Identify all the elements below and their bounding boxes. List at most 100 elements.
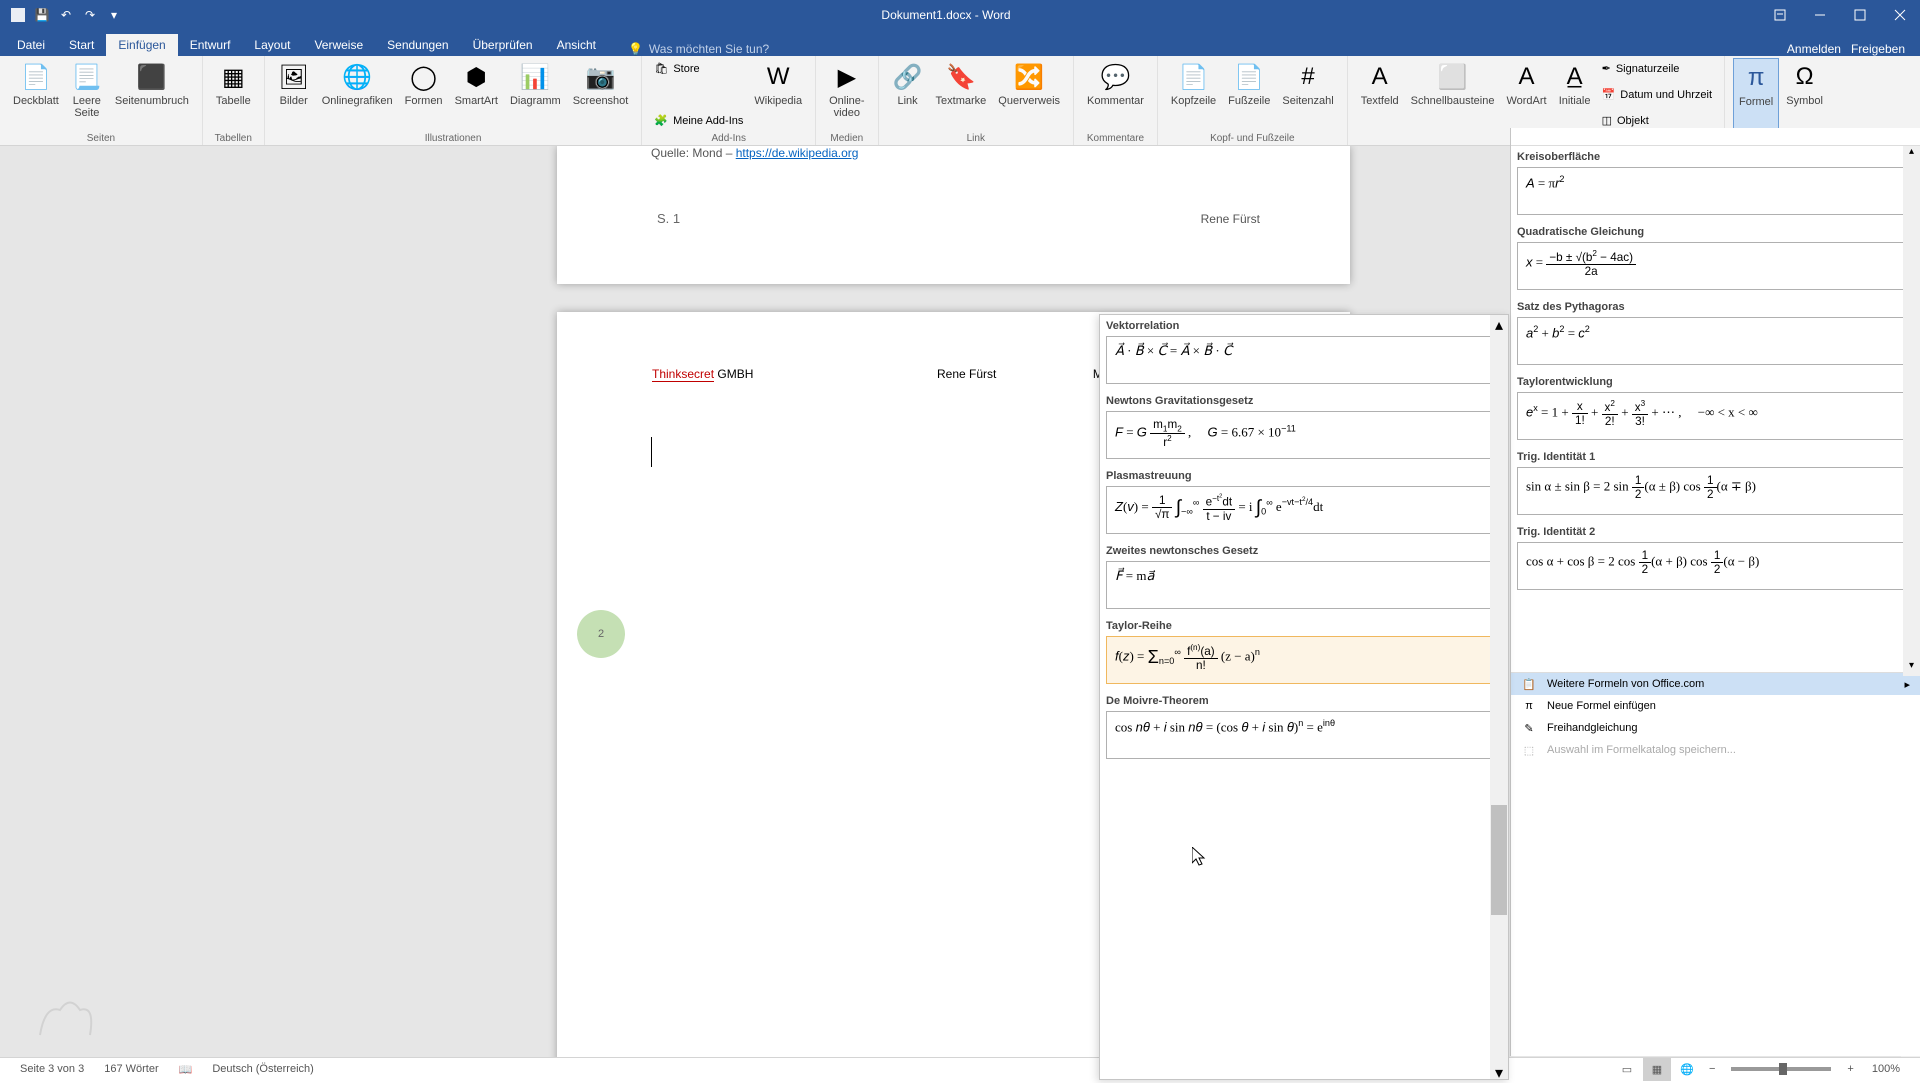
screenshot-button[interactable]: 📷Screenshot bbox=[568, 58, 634, 131]
formula-item[interactable]: Trig. Identität 2cos α + cos β = 2 cos 1… bbox=[1511, 521, 1920, 596]
my-addins-button[interactable]: 🧩Meine Add-Ins bbox=[650, 112, 747, 129]
formula-item[interactable]: Taylor-Reihef(z) = Σn=0∞ f(n)(a)n! (z − … bbox=[1100, 615, 1508, 690]
symbol-button[interactable]: ΩSymbol bbox=[1781, 58, 1828, 131]
formula-item[interactable]: Satz des Pythagorasa2 + b2 = c2 bbox=[1511, 296, 1920, 371]
formula-item[interactable]: De Moivre-Theoremcos nθ + i sin nθ = (co… bbox=[1100, 690, 1508, 765]
tab-references[interactable]: Verweise bbox=[302, 34, 375, 56]
blank-page-button[interactable]: 📃Leere Seite bbox=[66, 58, 108, 131]
tab-layout[interactable]: Layout bbox=[242, 34, 302, 56]
formula-item[interactable]: Trig. Identität 1sin α ± sin β = 2 sin 1… bbox=[1511, 446, 1920, 521]
formula-item[interactable]: Quadratische Gleichungx = −b ± √(b2 − 4a… bbox=[1511, 221, 1920, 296]
formula-item[interactable]: Zweites newtonsches GesetzF⃗ = ma⃗ bbox=[1100, 540, 1508, 615]
tab-home[interactable]: Start bbox=[57, 34, 106, 56]
tab-file[interactable]: Datei bbox=[5, 34, 57, 56]
formula-preview: x = −b ± √(b2 − 4ac)2a bbox=[1517, 242, 1914, 290]
comment-marker[interactable]: 2 bbox=[577, 610, 625, 658]
zoom-in-icon[interactable]: + bbox=[1841, 1063, 1859, 1075]
window-controls bbox=[1760, 0, 1920, 30]
status-language[interactable]: Deutsch (Österreich) bbox=[202, 1063, 323, 1075]
more-office-formulas[interactable]: 📋 Weitere Formeln von Office.com ▸ bbox=[1511, 673, 1920, 695]
new-equation[interactable]: π Neue Formel einfügen bbox=[1511, 695, 1920, 717]
textbox-button[interactable]: ATextfeld bbox=[1356, 58, 1404, 131]
zoom-thumb[interactable] bbox=[1779, 1063, 1787, 1075]
scroll-down-icon[interactable]: ▾ bbox=[1490, 1063, 1508, 1079]
status-page[interactable]: Seite 3 von 3 bbox=[10, 1063, 94, 1075]
footer-button[interactable]: 📄Fußzeile bbox=[1223, 58, 1275, 131]
titlebar: 💾 ↶ ↷ ▾ Dokument1.docx - Word bbox=[0, 0, 1920, 30]
scroll-up-icon[interactable]: ▴ bbox=[1903, 146, 1920, 162]
formula-item[interactable]: PlasmastreuungZ(v) = 1√π ∫−∞∞ e−t2dtt − … bbox=[1100, 465, 1508, 540]
qat-customize-icon[interactable]: ▾ bbox=[106, 7, 122, 23]
wordart-button[interactable]: AWordArt bbox=[1501, 58, 1551, 131]
ink-equation[interactable]: ✎ Freihandgleichung bbox=[1511, 717, 1920, 739]
tab-view[interactable]: Ansicht bbox=[545, 34, 608, 56]
tab-design[interactable]: Entwurf bbox=[178, 34, 243, 56]
zoom-out-icon[interactable]: − bbox=[1703, 1063, 1721, 1075]
formula-item[interactable]: KreisoberflächeA = πr2 bbox=[1511, 146, 1920, 221]
right-scrollbar[interactable]: ▴ ▾ bbox=[1903, 146, 1920, 676]
equation-gallery-overflow: VektorrelationA⃗ · B⃗ × C⃗ = A⃗ × B⃗ · C… bbox=[1099, 314, 1509, 1080]
zoom-slider[interactable] bbox=[1731, 1067, 1831, 1071]
scroll-thumb[interactable] bbox=[1491, 805, 1507, 915]
cover-page-button[interactable]: 📄Deckblatt bbox=[8, 58, 64, 131]
gallery-scrollbar[interactable]: ▴ ▾ bbox=[1490, 315, 1508, 1079]
page-break-button[interactable]: ⬛Seitenumbruch bbox=[110, 58, 194, 131]
minimize-icon[interactable] bbox=[1800, 0, 1840, 30]
redo-icon[interactable]: ↷ bbox=[82, 7, 98, 23]
source-link[interactable]: https://de.wikipedia.org bbox=[736, 146, 859, 160]
pagenum-button[interactable]: #Seitenzahl bbox=[1277, 58, 1338, 131]
zoom-level[interactable]: 100% bbox=[1862, 1063, 1910, 1075]
table-button[interactable]: ▦Tabelle bbox=[211, 58, 256, 131]
scroll-down-icon[interactable]: ▾ bbox=[1903, 660, 1920, 676]
wikipedia-button[interactable]: WWikipedia bbox=[749, 58, 807, 131]
tell-me-search[interactable]: 💡 Was möchten Sie tun? bbox=[628, 42, 769, 56]
link-button[interactable]: 🔗Link bbox=[887, 58, 929, 131]
shapes-button[interactable]: ◯Formen bbox=[400, 58, 448, 131]
equation-button[interactable]: πFormel bbox=[1733, 58, 1779, 131]
share-button[interactable]: Freigeben bbox=[1851, 42, 1905, 56]
status-words[interactable]: 167 Wörter bbox=[94, 1063, 168, 1075]
formula-item[interactable]: Newtons GravitationsgesetzF = G m1m2r2 ,… bbox=[1100, 390, 1508, 465]
object-icon: ◫ bbox=[1602, 114, 1612, 127]
chart-button[interactable]: 📊Diagramm bbox=[505, 58, 566, 131]
online-pictures-button[interactable]: 🌐Onlinegrafiken bbox=[317, 58, 398, 131]
formula-title: Trig. Identität 2 bbox=[1517, 523, 1914, 542]
formula-item[interactable]: VektorrelationA⃗ · B⃗ × C⃗ = A⃗ × B⃗ · C… bbox=[1100, 315, 1508, 390]
shapes-icon: ◯ bbox=[408, 61, 440, 93]
header-icon: 📄 bbox=[1178, 61, 1210, 93]
scroll-up-icon[interactable]: ▴ bbox=[1490, 315, 1508, 331]
smartart-button[interactable]: ⬢SmartArt bbox=[450, 58, 503, 131]
formula-item[interactable]: Taylorentwicklungex = 1 + x1! + x22! + x… bbox=[1511, 371, 1920, 446]
quickparts-button[interactable]: ⬜Schnellbausteine bbox=[1406, 58, 1500, 131]
status-spellcheck-icon[interactable]: 📖 bbox=[169, 1063, 203, 1076]
print-layout-icon[interactable]: ▦ bbox=[1643, 1058, 1671, 1081]
datetime-button[interactable]: 📅Datum und Uhrzeit bbox=[1598, 86, 1716, 103]
signature-line-button[interactable]: ✒Signaturzeile bbox=[1598, 60, 1716, 77]
tab-insert[interactable]: Einfügen bbox=[106, 34, 177, 56]
save-icon[interactable]: 💾 bbox=[34, 7, 50, 23]
maximize-icon[interactable] bbox=[1840, 0, 1880, 30]
crossref-button[interactable]: 🔀Querverweis bbox=[993, 58, 1065, 131]
tab-review[interactable]: Überprüfen bbox=[461, 34, 545, 56]
undo-icon[interactable]: ↶ bbox=[58, 7, 74, 23]
read-mode-icon[interactable]: ▭ bbox=[1613, 1058, 1641, 1081]
pictures-button[interactable]: 🖼Bilder bbox=[273, 58, 315, 131]
comment-button[interactable]: 💬Kommentar bbox=[1082, 58, 1149, 131]
close-icon[interactable] bbox=[1880, 0, 1920, 30]
ribbon-options-icon[interactable] bbox=[1760, 0, 1800, 30]
bookmark-button[interactable]: 🔖Textmarke bbox=[931, 58, 992, 131]
web-layout-icon[interactable]: 🌐 bbox=[1673, 1058, 1701, 1081]
online-video-button[interactable]: ▶Online- video bbox=[824, 58, 869, 131]
gallery-search[interactable] bbox=[1511, 128, 1920, 146]
blank-page-icon: 📃 bbox=[71, 61, 103, 93]
wordart-icon: A bbox=[1511, 61, 1543, 93]
tab-mailings[interactable]: Sendungen bbox=[375, 34, 460, 56]
cover-page-icon: 📄 bbox=[20, 61, 52, 93]
object-button[interactable]: ◫Objekt bbox=[1598, 112, 1716, 129]
formula-preview: cos α + cos β = 2 cos 12(α + β) cos 12(α… bbox=[1517, 542, 1914, 590]
initial-button[interactable]: A̲Initiale bbox=[1554, 58, 1596, 131]
store-button[interactable]: 🛍Store bbox=[650, 60, 747, 77]
office-icon: 📋 bbox=[1521, 676, 1537, 692]
header-button[interactable]: 📄Kopfzeile bbox=[1166, 58, 1221, 131]
signin-link[interactable]: Anmelden bbox=[1787, 42, 1841, 56]
